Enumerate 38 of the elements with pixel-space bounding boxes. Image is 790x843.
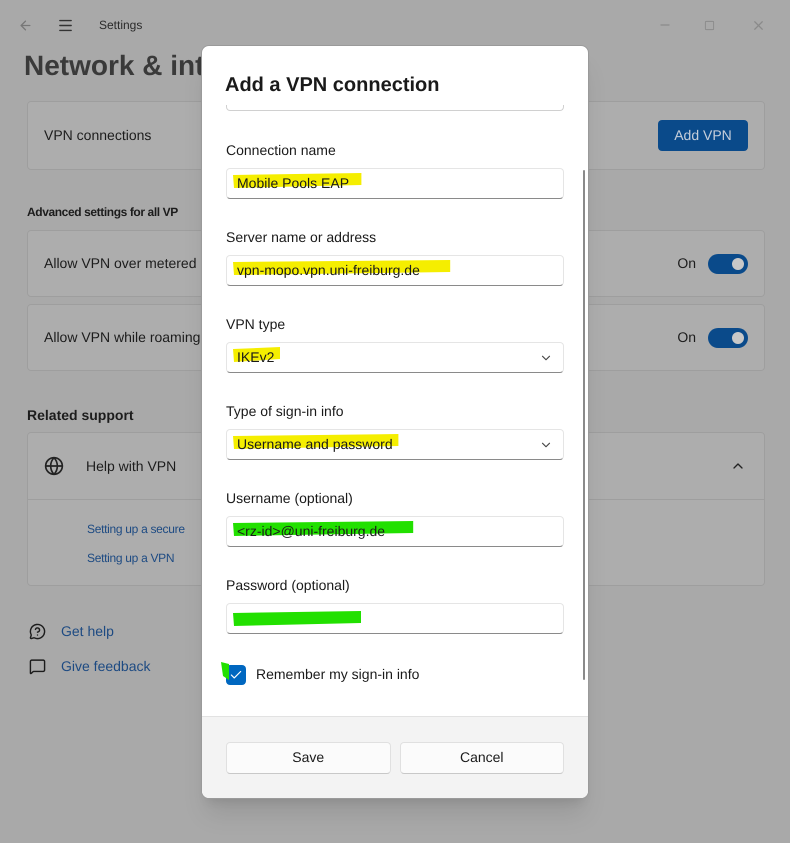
section-heading: Related support	[27, 406, 134, 425]
help-link[interactable]: Setting up a secure	[87, 520, 185, 538]
setting-label: Allow VPN while roaming	[44, 328, 200, 347]
add-vpn-button[interactable]: Add VPN	[658, 120, 748, 151]
toggle-state: On	[677, 254, 696, 273]
checkbox-label: Remember my sign-in info	[256, 665, 420, 684]
field-label: Type of sign-in info	[226, 402, 345, 421]
field-value: <rz-id>@uni-freiburg.de	[237, 523, 386, 539]
section-heading: Advanced settings for all VP	[27, 204, 178, 221]
help-link[interactable]: Give feedback	[61, 656, 150, 677]
toggle-state: On	[677, 328, 696, 347]
password-field[interactable]	[226, 603, 564, 634]
field-label: Connection name	[226, 141, 337, 160]
input-field[interactable]: vpn-mopo.vpn.uni-freiburg.de	[226, 255, 564, 286]
dropdown-value: IKEv2	[237, 349, 274, 365]
help-link[interactable]: Get help	[61, 621, 114, 642]
help-link[interactable]: Setting up a VPN	[87, 549, 174, 567]
dialog-title: Add a VPN connection	[224, 73, 440, 98]
dropdown[interactable]: IKEv2	[226, 342, 564, 373]
back-icon[interactable]	[18, 18, 33, 32]
field-value: vpn-mopo.vpn.uni-freiburg.de	[237, 262, 420, 278]
globe-icon	[44, 456, 64, 476]
dialog-button[interactable]: Save	[226, 742, 390, 774]
help-icon	[29, 623, 46, 640]
input-field[interactable]: <rz-id>@uni-freiburg.de	[226, 516, 564, 547]
field-label: Server name or address	[226, 228, 378, 247]
feedback-icon	[29, 658, 46, 675]
field-label: Password (optional)	[226, 576, 351, 595]
field-label: Username (optional)	[226, 489, 354, 508]
field-label: VPN type	[226, 315, 286, 334]
help-title: Help with VPN	[86, 456, 176, 476]
card-label: VPN connections	[44, 126, 152, 145]
toggle-switch[interactable]	[708, 328, 748, 348]
setting-label: Allow VPN over metered	[44, 254, 197, 273]
window-title: Settings	[99, 17, 142, 34]
input-field[interactable]	[226, 105, 564, 111]
toggle-switch[interactable]	[708, 254, 748, 274]
dialog-button[interactable]: Cancel	[400, 742, 564, 774]
